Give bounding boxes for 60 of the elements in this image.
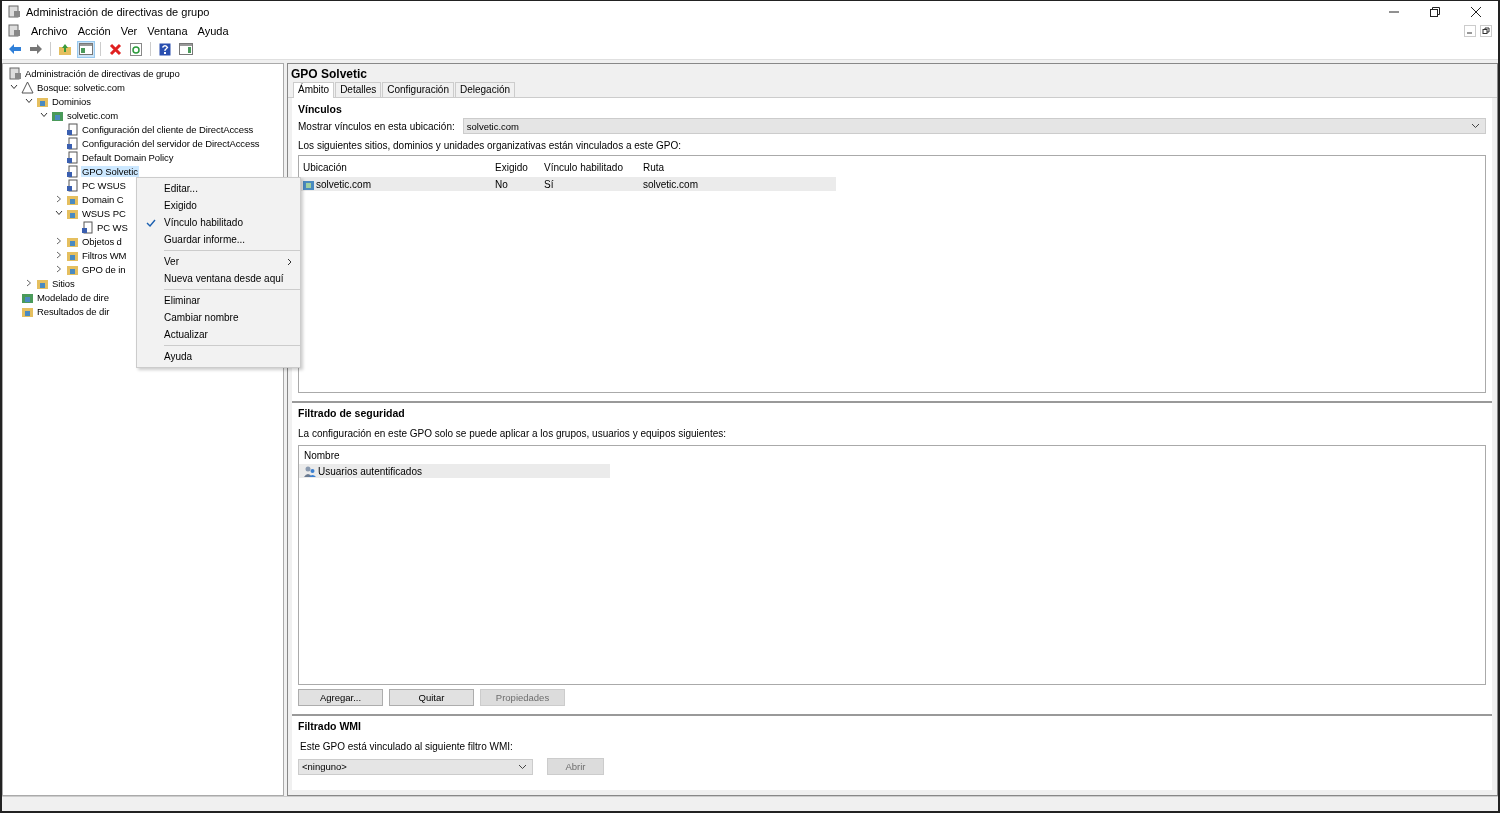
table-cell: solvetic.com xyxy=(643,178,698,190)
action-button[interactable]: Quitar xyxy=(389,689,474,706)
tree-item[interactable]: GPO de in xyxy=(81,263,127,275)
wmi-filter-dropdown[interactable]: <ninguno> xyxy=(298,758,533,775)
menu-item[interactable]: Editar... xyxy=(164,183,300,194)
tree-item[interactable]: Configuración del cliente de DirectAccess xyxy=(81,123,255,135)
section-heading: Filtrado WMI xyxy=(298,720,362,732)
tree-item[interactable]: WSUS PC xyxy=(81,207,127,219)
menu-item[interactable]: Ver xyxy=(120,24,138,37)
tab[interactable]: Ámbito xyxy=(293,82,335,98)
tab[interactable]: Configuración xyxy=(382,82,454,97)
tree-item[interactable]: Default Domain Policy xyxy=(81,151,175,163)
menu-item[interactable]: Actualizar xyxy=(164,329,300,340)
tree-item[interactable]: Dominios xyxy=(51,95,92,107)
window-title: Administración de directivas de grupo xyxy=(26,5,210,18)
table-cell: solvetic.com xyxy=(316,178,371,190)
tree-item[interactable]: PC WS xyxy=(96,221,129,233)
menu-item[interactable]: Ayuda xyxy=(197,24,229,37)
tab[interactable]: Delegación xyxy=(455,82,516,97)
tree-item[interactable]: Modelado de dire xyxy=(36,291,110,303)
menu-item[interactable]: Acción xyxy=(77,24,111,37)
column-header[interactable]: Ubicación xyxy=(299,161,493,173)
pane-title: GPO Solvetic xyxy=(290,66,369,82)
tree-item[interactable]: Bosque: solvetic.com xyxy=(36,81,126,93)
menu-item[interactable]: Vínculo habilitado xyxy=(164,217,300,228)
menu-item[interactable]: Nueva ventana desde aquí xyxy=(164,273,300,284)
table-cell: No xyxy=(495,178,508,190)
column-header[interactable]: Ruta xyxy=(639,161,836,173)
location-dropdown[interactable]: solvetic.com xyxy=(462,118,1486,134)
table-cell: Usuarios autentificados xyxy=(318,465,422,477)
menu-item[interactable]: Exigido xyxy=(164,200,300,211)
tab[interactable]: Detalles xyxy=(335,82,382,97)
action-button[interactable]: Agregar... xyxy=(298,689,383,706)
tree-item[interactable]: Sitios xyxy=(51,277,76,289)
menu-item[interactable]: Eliminar xyxy=(164,295,300,306)
description-text: Los siguientes sitios, dominios y unidades organizativas están vinculados a este GPO: xyxy=(298,140,682,151)
tree-item[interactable]: Administración de directivas de grupo xyxy=(24,67,181,79)
column-header[interactable]: Exigido xyxy=(493,161,540,173)
tree-item[interactable]: Objetos d xyxy=(81,235,123,247)
tree-item[interactable]: GPO Solvetic xyxy=(81,165,139,177)
tree-item[interactable]: Domain C xyxy=(81,193,125,205)
tree-item[interactable]: Resultados de dir xyxy=(36,305,111,317)
table-cell: Sí xyxy=(544,178,554,190)
menu-item[interactable]: Ayuda xyxy=(164,351,300,362)
column-header[interactable]: Nombre xyxy=(304,449,340,461)
tree-item[interactable]: Filtros WM xyxy=(81,249,128,261)
section-heading: Filtrado de seguridad xyxy=(298,407,406,419)
tree-item[interactable]: Configuración del servidor de DirectAccess xyxy=(81,137,261,149)
description-text: La configuración en este GPO solo se puede aplicar a los grupos, usuarios y equipos siguientes: xyxy=(298,428,728,439)
tree-item[interactable]: solvetic.com xyxy=(66,109,120,121)
menu-item[interactable]: Ver xyxy=(164,256,287,267)
description-text: Este GPO está vinculado al siguiente filtro WMI: xyxy=(300,741,514,752)
column-header[interactable]: Vínculo habilitado xyxy=(540,161,639,173)
menu-item[interactable]: Guardar informe... xyxy=(164,234,300,245)
menu-item[interactable]: Archivo xyxy=(31,24,68,37)
field-label: Mostrar vínculos en esta ubicación: xyxy=(298,120,455,132)
tree-item[interactable]: PC WSUS xyxy=(81,179,127,191)
menu-item[interactable]: Ventana xyxy=(147,24,188,37)
section-heading: Vínculos xyxy=(298,103,343,115)
menu-item[interactable]: Cambiar nombre xyxy=(164,312,300,323)
